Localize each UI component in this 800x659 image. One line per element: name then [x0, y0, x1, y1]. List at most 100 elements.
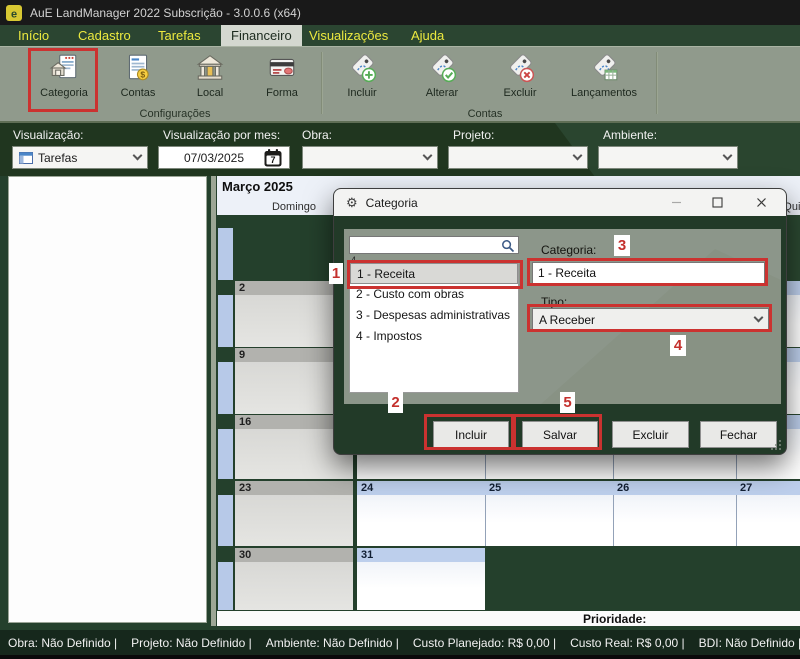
visualizacao-value: Tarefas [38, 151, 77, 165]
chevron-down-icon [723, 151, 733, 161]
ribbon-local-button[interactable]: Local [176, 50, 244, 108]
contas-icon: $ [122, 52, 154, 84]
fechar-button[interactable]: Fechar [700, 421, 777, 448]
dialog-maximize-button[interactable] [700, 189, 734, 216]
svg-text:e: e [11, 8, 17, 20]
day-cell[interactable] [613, 495, 736, 546]
mes-date-field[interactable]: 07/03/2025 7 [158, 146, 290, 169]
lancamentos-tag-icon [588, 52, 620, 84]
projeto-dropdown[interactable] [448, 146, 588, 169]
salvar-button[interactable]: Salvar [522, 421, 598, 448]
week-gutter-cell[interactable] [218, 362, 233, 414]
category-list: 1 - Receita 2 - Custo com obras 3 - Desp… [349, 262, 519, 393]
ribbon-alterar-button[interactable]: Alterar [408, 50, 476, 108]
ribbon-button-label: Incluir [347, 87, 376, 99]
ribbon-button-label: Excluir [503, 87, 536, 99]
tipo-dropdown[interactable]: A Receber [532, 308, 769, 331]
day-band-23: 23 [235, 481, 353, 495]
title-bar: e AuE LandManager 2022 Subscrição - 3.0.… [0, 0, 800, 25]
window-bottom-edge [0, 655, 800, 659]
dialog-title: Categoria [366, 196, 418, 210]
chevron-down-icon [133, 151, 143, 161]
day-cell[interactable] [235, 495, 353, 546]
obra-dropdown[interactable] [302, 146, 438, 169]
ribbon-divider [321, 52, 323, 114]
ribbon-group-contas: Contas [330, 108, 640, 120]
ribbon-button-label: Forma [266, 87, 298, 99]
menu-tarefas[interactable]: Tarefas [158, 25, 201, 46]
week-gutter-cell[interactable] [218, 228, 233, 280]
ribbon-lancamentos-button[interactable]: Lançamentos [560, 50, 648, 108]
week-gutter-cell[interactable] [218, 295, 233, 347]
dialog-minimize-button[interactable] [659, 189, 693, 216]
list-item-despesas[interactable]: 3 - Despesas administrativas [350, 305, 518, 326]
day-band-24: 24 [357, 481, 485, 495]
status-obra: Obra: Não Definido | [8, 636, 117, 650]
categoria-field-label: Categoria: [541, 243, 596, 257]
list-item-custo[interactable]: 2 - Custo com obras [350, 284, 518, 305]
ribbon-button-label: Lançamentos [571, 87, 637, 99]
list-item-receita[interactable]: 1 - Receita [350, 263, 518, 284]
ribbon-categoria-button[interactable]: Categoria [30, 50, 98, 108]
menu-ajuda[interactable]: Ajuda [411, 25, 444, 46]
week-gutter-cell[interactable] [218, 562, 233, 610]
menu-inicio[interactable]: Início [18, 25, 49, 46]
status-bdi: BDI: Não Definido | [699, 636, 800, 650]
chevron-down-icon [754, 313, 764, 323]
categoria-field-input[interactable] [532, 262, 765, 284]
status-custo-planejado: Custo Planejado: R$ 0,00 | [413, 636, 556, 650]
dialog-close-button[interactable] [744, 189, 778, 216]
ribbon-incluir-button[interactable]: Incluir [328, 50, 396, 108]
categoria-dialog: ⚙ Categoria 4 1 - Receita 2 - C [333, 188, 787, 455]
panel-divider[interactable] [211, 176, 216, 626]
priority-bar: Prioridade: [217, 611, 800, 626]
week-gutter-cell[interactable] [218, 429, 233, 479]
tipo-field-label: Tipo: [541, 295, 567, 309]
ribbon-toolbar: Categoria $ Contas Local [0, 46, 800, 123]
day-cell[interactable] [357, 495, 485, 546]
status-custo-real: Custo Real: R$ 0,00 | [570, 636, 685, 650]
svg-text:$: $ [140, 70, 145, 80]
tipo-value: A Receber [539, 313, 595, 327]
category-search-input[interactable] [352, 238, 492, 252]
day-cell[interactable] [235, 562, 353, 610]
day-band-27: 27 [736, 481, 800, 495]
ambiente-label: Ambiente: [603, 128, 657, 142]
ribbon-excluir-button[interactable]: Excluir [486, 50, 554, 108]
ribbon-divider [656, 52, 658, 114]
list-item-impostos[interactable]: 4 - Impostos [350, 326, 518, 347]
local-icon [194, 52, 226, 84]
excluir-button[interactable]: Excluir [612, 421, 689, 448]
menu-cadastro[interactable]: Cadastro [78, 25, 131, 46]
week-gutter-cell[interactable] [218, 495, 233, 546]
day-band-25: 25 [485, 481, 613, 495]
mes-label: Visualização por mes: [163, 128, 280, 142]
minimize-icon [671, 197, 682, 208]
day-band-30: 30 [235, 548, 353, 562]
status-ambiente: Ambiente: Não Definido | [266, 636, 399, 650]
resize-grip[interactable] [770, 439, 782, 451]
incluir-button[interactable]: Incluir [433, 421, 509, 448]
day-cell[interactable] [736, 495, 800, 546]
ribbon-contas-button[interactable]: $ Contas [104, 50, 172, 108]
window-title: AuE LandManager 2022 Subscrição - 3.0.0.… [30, 6, 301, 20]
menu-bar: Início Cadastro Tarefas Financeiro Visua… [0, 25, 800, 46]
gear-icon: ⚙ [346, 195, 358, 211]
day-cell[interactable] [485, 495, 613, 546]
menu-financeiro[interactable]: Financeiro [221, 25, 302, 46]
calendar-icon[interactable]: 7 [263, 148, 283, 168]
visualizacao-dropdown[interactable]: Tarefas [12, 146, 148, 169]
category-search-box[interactable] [349, 236, 519, 254]
annotation-step-2: 2 [388, 392, 403, 413]
close-icon [756, 197, 767, 208]
menu-visualizacoes[interactable]: Visualizações [309, 25, 388, 46]
mes-date-value: 07/03/2025 [165, 151, 263, 165]
categoria-icon [48, 52, 80, 84]
status-bar: Obra: Não Definido | Projeto: Não Defini… [0, 630, 800, 655]
ribbon-forma-button[interactable]: Forma [248, 50, 316, 108]
day-band-26: 26 [613, 481, 736, 495]
ambiente-dropdown[interactable] [598, 146, 738, 169]
day-cell[interactable] [357, 562, 485, 610]
ribbon-button-label: Local [197, 87, 223, 99]
search-icon [501, 239, 515, 253]
